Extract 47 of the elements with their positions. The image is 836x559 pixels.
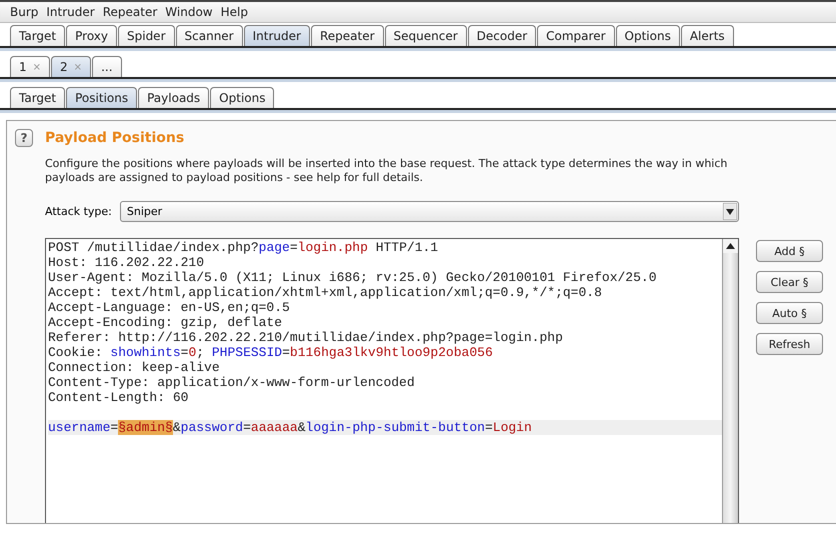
tab[interactable]: Alerts xyxy=(680,25,734,46)
tab[interactable]: Positions xyxy=(66,87,138,108)
section-title: Payload Positions xyxy=(45,130,184,146)
menu-item[interactable]: Intruder xyxy=(46,5,95,19)
description-text: Configure the positions where payloads will be inserted into the base request. The attack type determines the way in which payloads are assigned to payload positions - see help for full details. xyxy=(45,157,728,185)
tab[interactable]: Target xyxy=(10,25,66,46)
tab[interactable]: Options xyxy=(616,25,680,46)
request-line: Accept-Language: en-US,en;q=0.5 xyxy=(48,300,291,315)
menu-item[interactable]: Window xyxy=(165,5,213,19)
tab[interactable]: ... xyxy=(92,56,122,77)
request-line: Accept-Encoding: gzip, deflate xyxy=(48,315,284,330)
request-line: Connection: keep-alive xyxy=(48,360,221,375)
tab[interactable]: Decoder xyxy=(468,25,536,46)
tab[interactable]: Target xyxy=(10,87,66,108)
tab[interactable]: Spider xyxy=(118,25,175,46)
action-button[interactable]: Auto § xyxy=(756,302,823,324)
tab[interactable]: Proxy xyxy=(66,25,117,46)
help-icon[interactable]: ? xyxy=(15,129,33,147)
request-line: Content-Length: 60 xyxy=(48,390,190,405)
tab[interactable]: Payloads xyxy=(138,87,210,108)
scroll-up-icon[interactable] xyxy=(723,239,738,253)
request-line: Content-Type: application/x-www-form-urlencoded xyxy=(48,375,416,390)
request-line: Accept: text/html,application/xhtml+xml,application/xml;q=0.9,*/*;q=0.8 xyxy=(48,285,603,300)
tab[interactable]: Intruder xyxy=(244,25,310,46)
menu-item[interactable]: Help xyxy=(220,5,248,19)
request-editor[interactable] xyxy=(45,238,739,523)
request-line: Cookie: showhints=0; PHPSESSID=b116hga3lkv9htloo9p2oba056 xyxy=(48,345,494,360)
scrollbar[interactable] xyxy=(722,239,738,523)
action-button[interactable]: Clear § xyxy=(756,271,823,293)
attack-type-label: Attack type: xyxy=(45,205,112,218)
request-line: User-Agent: Mozilla/5.0 (X11; Linux i686; rv:25.0) Gecko/20100101 Firefox/25.0 xyxy=(48,270,658,285)
tab[interactable]: Options xyxy=(210,87,274,108)
attack-type-dropdown[interactable]: Sniper xyxy=(120,201,739,222)
action-button[interactable]: Refresh xyxy=(756,333,823,355)
request-line: Host: 116.202.22.210 xyxy=(48,255,206,270)
tab[interactable]: 2 × xyxy=(51,56,92,77)
action-button[interactable]: Add § xyxy=(756,240,823,262)
request-line: POST /mutillidae/index.php?page=login.php HTTP/1.1 xyxy=(48,240,440,255)
tab[interactable]: Repeater xyxy=(310,25,384,46)
request-line: Referer: http://116.202.22.210/mutillidae/index.php?page=login.php xyxy=(48,330,564,345)
tab[interactable]: Comparer xyxy=(537,25,615,46)
menu-item[interactable]: Repeater xyxy=(102,5,158,19)
tab[interactable]: Scanner xyxy=(176,25,243,46)
tab[interactable]: 1 × xyxy=(10,56,50,77)
menu-item[interactable]: Burp xyxy=(10,5,38,19)
tab[interactable]: Sequencer xyxy=(384,25,467,46)
caret-icon xyxy=(722,203,737,220)
